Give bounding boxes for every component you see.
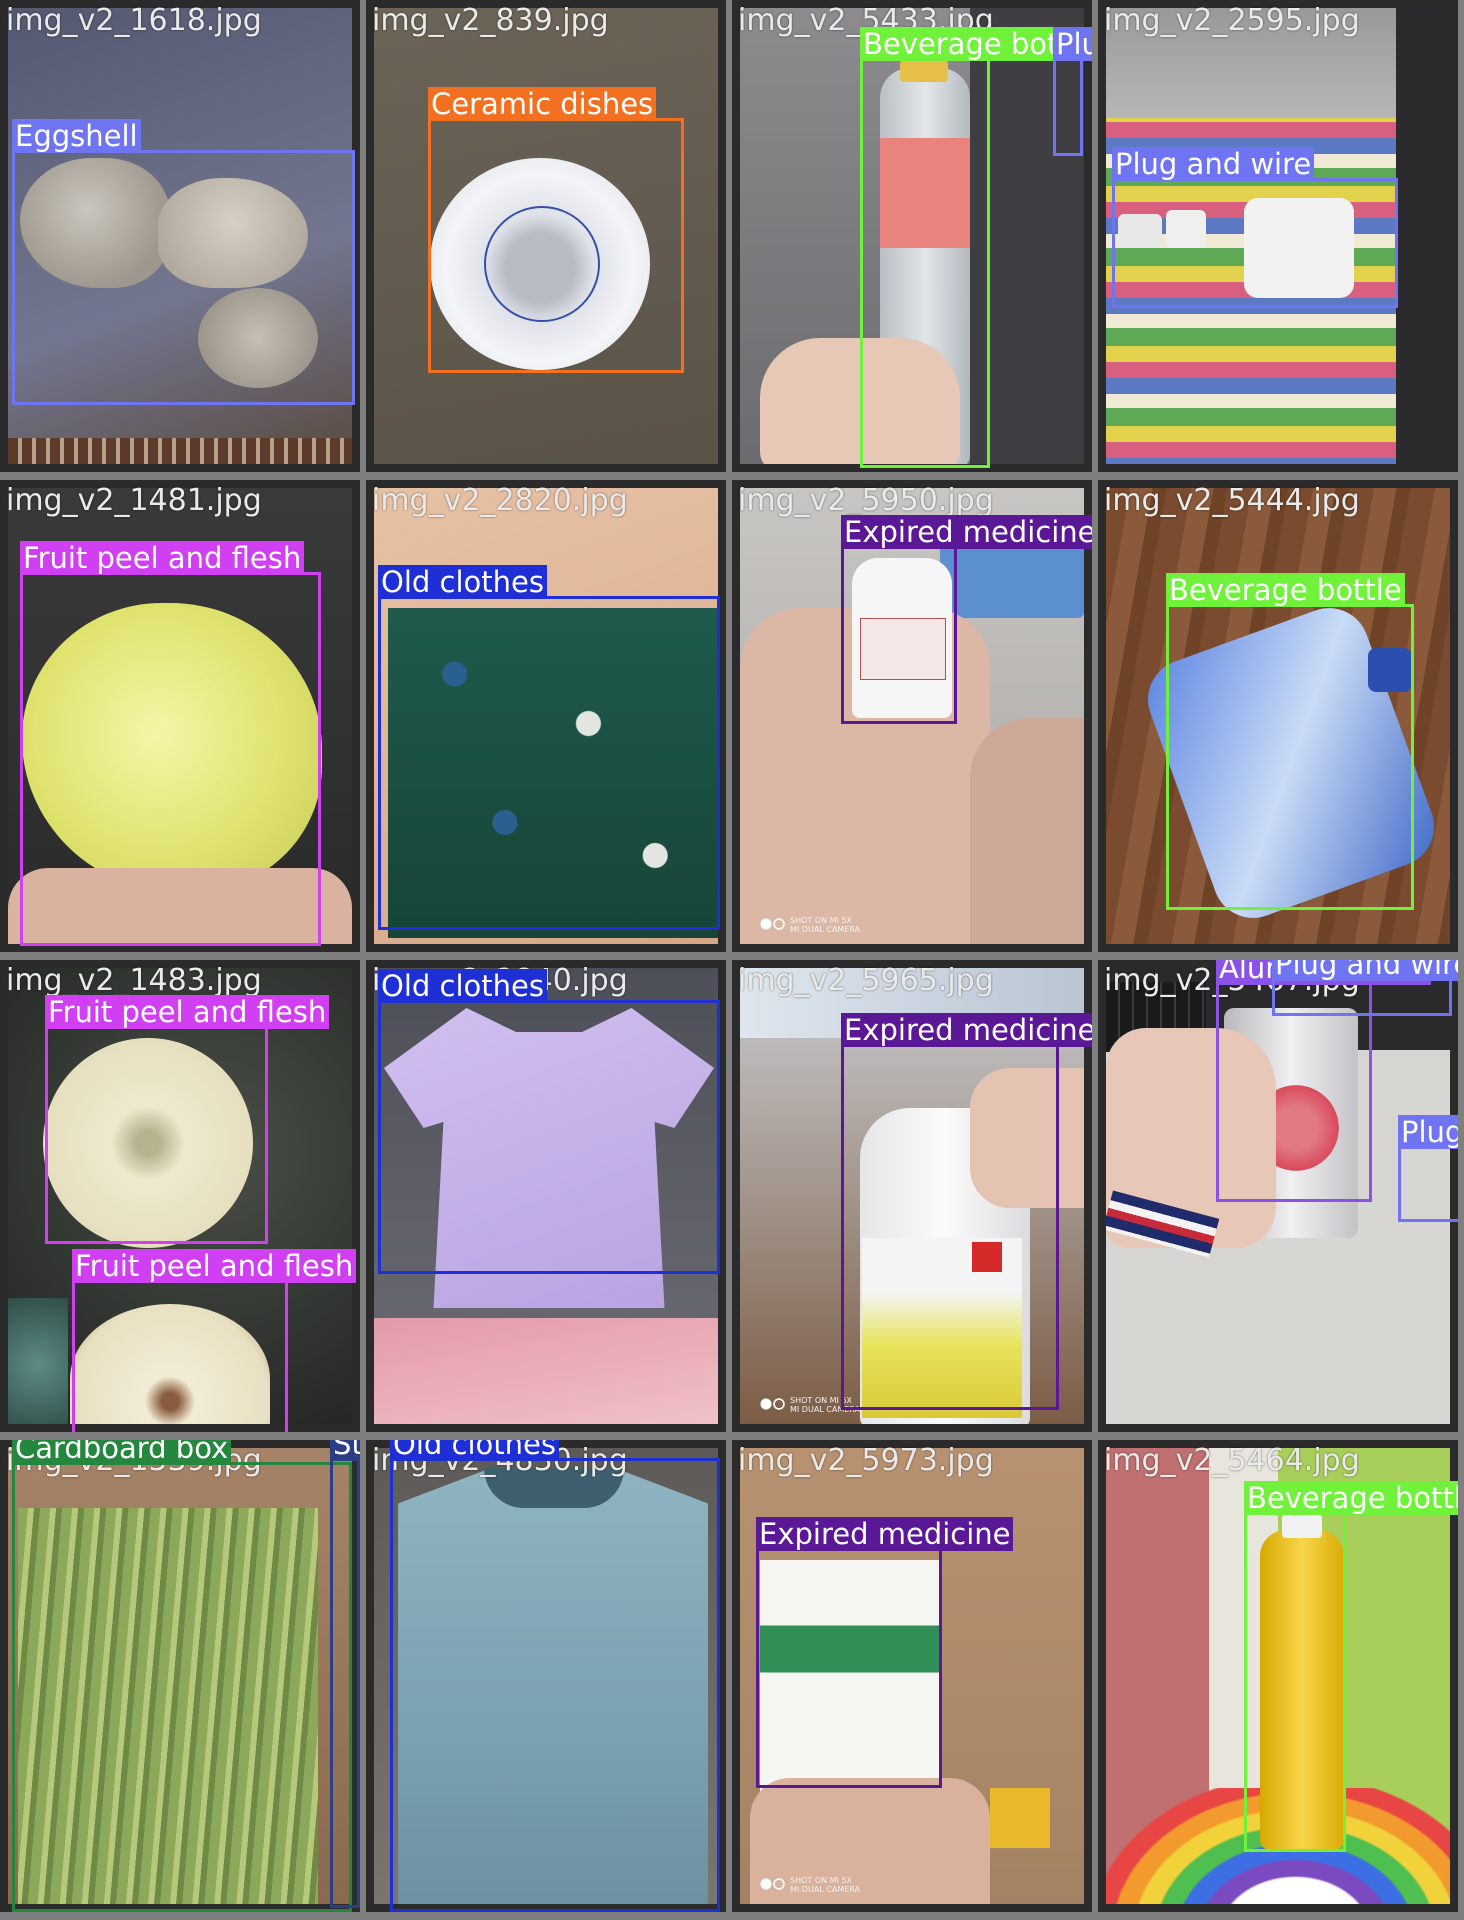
bounding-box: Eggshell xyxy=(12,119,355,405)
class-label: Plug xyxy=(1398,1115,1458,1149)
image-filename: img_v2_5973.jpg xyxy=(738,1443,994,1478)
bounding-box: Fruit peel and flesh xyxy=(72,1249,357,1432)
camera-logo-icon xyxy=(760,1877,786,1891)
class-label: Cardboard box xyxy=(12,1440,232,1465)
detection-tile: img_v2_1539.jpgCardboard boxStems and le… xyxy=(0,1440,360,1912)
bounding-box: Cardboard box xyxy=(12,1440,352,1912)
class-label: Fruit peel and flesh xyxy=(20,541,305,575)
image-filename: img_v2_1618.jpg xyxy=(6,3,262,38)
class-label: Fruit peel and flesh xyxy=(72,1249,357,1283)
camera-logo-icon xyxy=(760,917,786,931)
image-filename: img_v2_1481.jpg xyxy=(6,483,262,518)
image-filename: img_v2_1483.jpg xyxy=(6,963,262,998)
bounding-box: Expired medicine xyxy=(756,1517,1014,1788)
detection-tile: img_v2_1483.jpg Fruit peel and flesh Fruit… xyxy=(0,960,360,1432)
class-label: Fruit peel and flesh xyxy=(45,995,330,1029)
detection-tile: img_v2_5464.jpg Beverage bottle xyxy=(1098,1440,1458,1912)
bounding-box: Plug and wire xyxy=(1112,147,1398,308)
bounding-box: Plug and wire xyxy=(1053,27,1092,156)
class-label: Old clothes xyxy=(378,565,547,599)
bounding-box: Beverage bot xyxy=(860,27,1062,468)
class-label: Ceramic dishes xyxy=(428,87,657,121)
bounding-box: Expired medicine xyxy=(841,515,1092,724)
class-label: Old clothes xyxy=(378,969,547,1003)
detection-tile: img_v2_4830.jpgOld clothes xyxy=(366,1440,726,1912)
class-label: Eggshell xyxy=(12,119,141,153)
bounding-box: Beverage bottle xyxy=(1166,573,1414,910)
class-label: Stems and leaves xyxy=(330,1440,360,1461)
detection-tile: img_v2_2840.jpgOld clothes xyxy=(366,960,726,1432)
detection-tile: img_v2_5965.jpg Expired medicine SHOT ON M… xyxy=(732,960,1092,1432)
detection-tile: img_v2_5973.jpg Expired medicine SHOT ON M… xyxy=(732,1440,1092,1912)
class-label: Expired medicine xyxy=(841,515,1092,549)
detection-tile: img_v2_2595.jpg Plug and wire xyxy=(1098,0,1458,472)
bounding-box: Stems and leaves xyxy=(330,1440,360,1908)
detection-tile: img_v2_5433.jpgBeverage botPlug and wire xyxy=(732,0,1092,472)
camera-logo-icon xyxy=(760,1397,786,1411)
class-label: Beverage bottle xyxy=(1244,1481,1458,1515)
class-label: Plug and wire xyxy=(1112,147,1315,181)
image-filename: img_v2_2595.jpg xyxy=(1104,3,1360,38)
class-label: Plug and wire xyxy=(1272,960,1458,981)
image-filename: img_v2_839.jpg xyxy=(372,3,609,38)
bounding-box: Plug and wire xyxy=(1272,960,1458,1016)
bounding-box: Fruit peel and flesh xyxy=(45,995,330,1244)
bounding-box: Beverage bottle xyxy=(1244,1481,1458,1852)
bounding-box: Fruit peel and flesh xyxy=(20,541,321,946)
detection-image-grid: img_v2_1618.jpg Eggshell img_v2_839.jpg Ce… xyxy=(0,0,1464,1920)
detection-tile: img_v2_5467.jpgAluminum canPlug and wire… xyxy=(1098,960,1458,1432)
class-label: Expired medicine xyxy=(756,1517,1014,1551)
image-filename: img_v2_5464.jpg xyxy=(1104,1443,1360,1478)
image-filename: img_v2_2820.jpg xyxy=(372,483,628,518)
camera-watermark: SHOT ON MI 5X MI DUAL CAMERA xyxy=(760,916,860,934)
class-label: Beverage bottle xyxy=(1166,573,1405,607)
detection-tile: img_v2_839.jpg Ceramic dishes xyxy=(366,0,726,472)
detection-tile: img_v2_5444.jpg Beverage bottle xyxy=(1098,480,1458,952)
bounding-box: Expired medicine xyxy=(841,1013,1092,1410)
bounding-box: Ceramic dishes xyxy=(428,87,684,373)
class-label: Plug and wire xyxy=(1053,27,1092,61)
detection-tile: img_v2_2820.jpg Old clothes xyxy=(366,480,726,952)
image-filename: img_v2_5950.jpg xyxy=(738,483,994,518)
bounding-box: Old clothes xyxy=(378,565,720,930)
class-label: Expired medicine xyxy=(841,1013,1092,1047)
bounding-box: Plug xyxy=(1398,1115,1458,1222)
detection-tile: img_v2_1618.jpg Eggshell xyxy=(0,0,360,472)
class-label: Old clothes xyxy=(390,1440,559,1461)
detection-tile: img_v2_1481.jpg Fruit peel and flesh xyxy=(0,480,360,952)
class-label: Beverage bot xyxy=(860,27,1062,61)
detection-tile: img_v2_5950.jpg Expired medicine SHOT ON M… xyxy=(732,480,1092,952)
bounding-box: Old clothes xyxy=(390,1440,720,1912)
bounding-box: Old clothes xyxy=(378,969,720,1274)
camera-watermark: SHOT ON MI 5X MI DUAL CAMERA xyxy=(760,1876,860,1894)
image-filename: img_v2_5965.jpg xyxy=(738,963,994,998)
image-filename: img_v2_5444.jpg xyxy=(1104,483,1360,518)
